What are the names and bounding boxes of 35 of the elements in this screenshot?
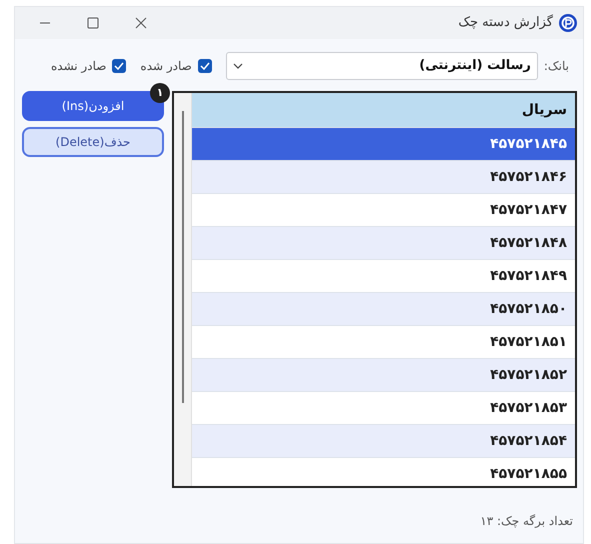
table-row[interactable]: ۴۵۷۵۲۱۸۴۸: [192, 226, 575, 259]
check-icon: [200, 62, 210, 70]
badge: ۱: [150, 83, 170, 103]
serial-cell-text: ۴۵۷۵۲۱۸۵۴: [490, 432, 567, 450]
table-row[interactable]: ۴۵۷۵۲۱۸۵۲: [192, 358, 575, 391]
bank-label: بانک:: [544, 58, 569, 75]
window-title: گزارش دسته چک: [458, 14, 553, 32]
status-text: تعداد برگه چک: ۱۳: [480, 514, 573, 528]
maximize-icon[interactable]: [87, 17, 99, 29]
serial-cell-text: ۴۵۷۵۲۱۸۵۰: [490, 300, 567, 318]
checkbox-label: صادر نشده: [50, 58, 106, 75]
serial-cell-text: ۴۵۷۵۲۱۸۴۸: [490, 234, 567, 252]
serial-cell-text: ۴۵۷۵۲۱۸۵۳: [490, 398, 567, 418]
table-row[interactable]: ۴۵۷۵۲۱۸۵۰: [192, 292, 575, 325]
chevron-down-icon: [232, 63, 243, 69]
serial-cell-text: ۴۵۷۵۲۱۸۴۷: [490, 200, 567, 220]
serial-cell-text: ۴۵۷۵۲۱۸۴۹: [490, 266, 567, 286]
checkbox[interactable]: [198, 59, 212, 73]
serial-cell-text: ۴۵۷۵۲۱۸۵۵: [490, 464, 567, 484]
scrollbar[interactable]: [174, 93, 192, 486]
checkbox[interactable]: [112, 59, 126, 73]
app-logo-icon: [559, 14, 577, 32]
bank-select[interactable]: رسالت (اینترنتی): [226, 52, 538, 80]
table-row[interactable]: ۴۵۷۵۲۱۸۴۶: [192, 160, 575, 193]
checkbox-label: صادر شده: [140, 58, 192, 75]
column-header: سریال: [192, 93, 575, 127]
serial-cell-text: ۴۵۷۵۲۱۸۵۱: [490, 332, 567, 352]
table-row[interactable]: ۴۵۷۵۲۱۸۵۴: [192, 424, 575, 457]
check-icon: [114, 62, 124, 70]
serial-cell-text: ۴۵۷۵۲۱۸۴۶: [490, 168, 567, 186]
close-icon[interactable]: [135, 17, 147, 29]
table-row[interactable]: ۴۵۷۵۲۱۸۴۵: [192, 127, 575, 160]
serial-cell-text: ۴۵۷۵۲۱۸۴۵: [490, 134, 567, 154]
serial-cell-text: ۴۵۷۵۲۱۸۵۲: [490, 366, 567, 384]
delete-button[interactable]: حذف(Delete): [22, 127, 164, 157]
